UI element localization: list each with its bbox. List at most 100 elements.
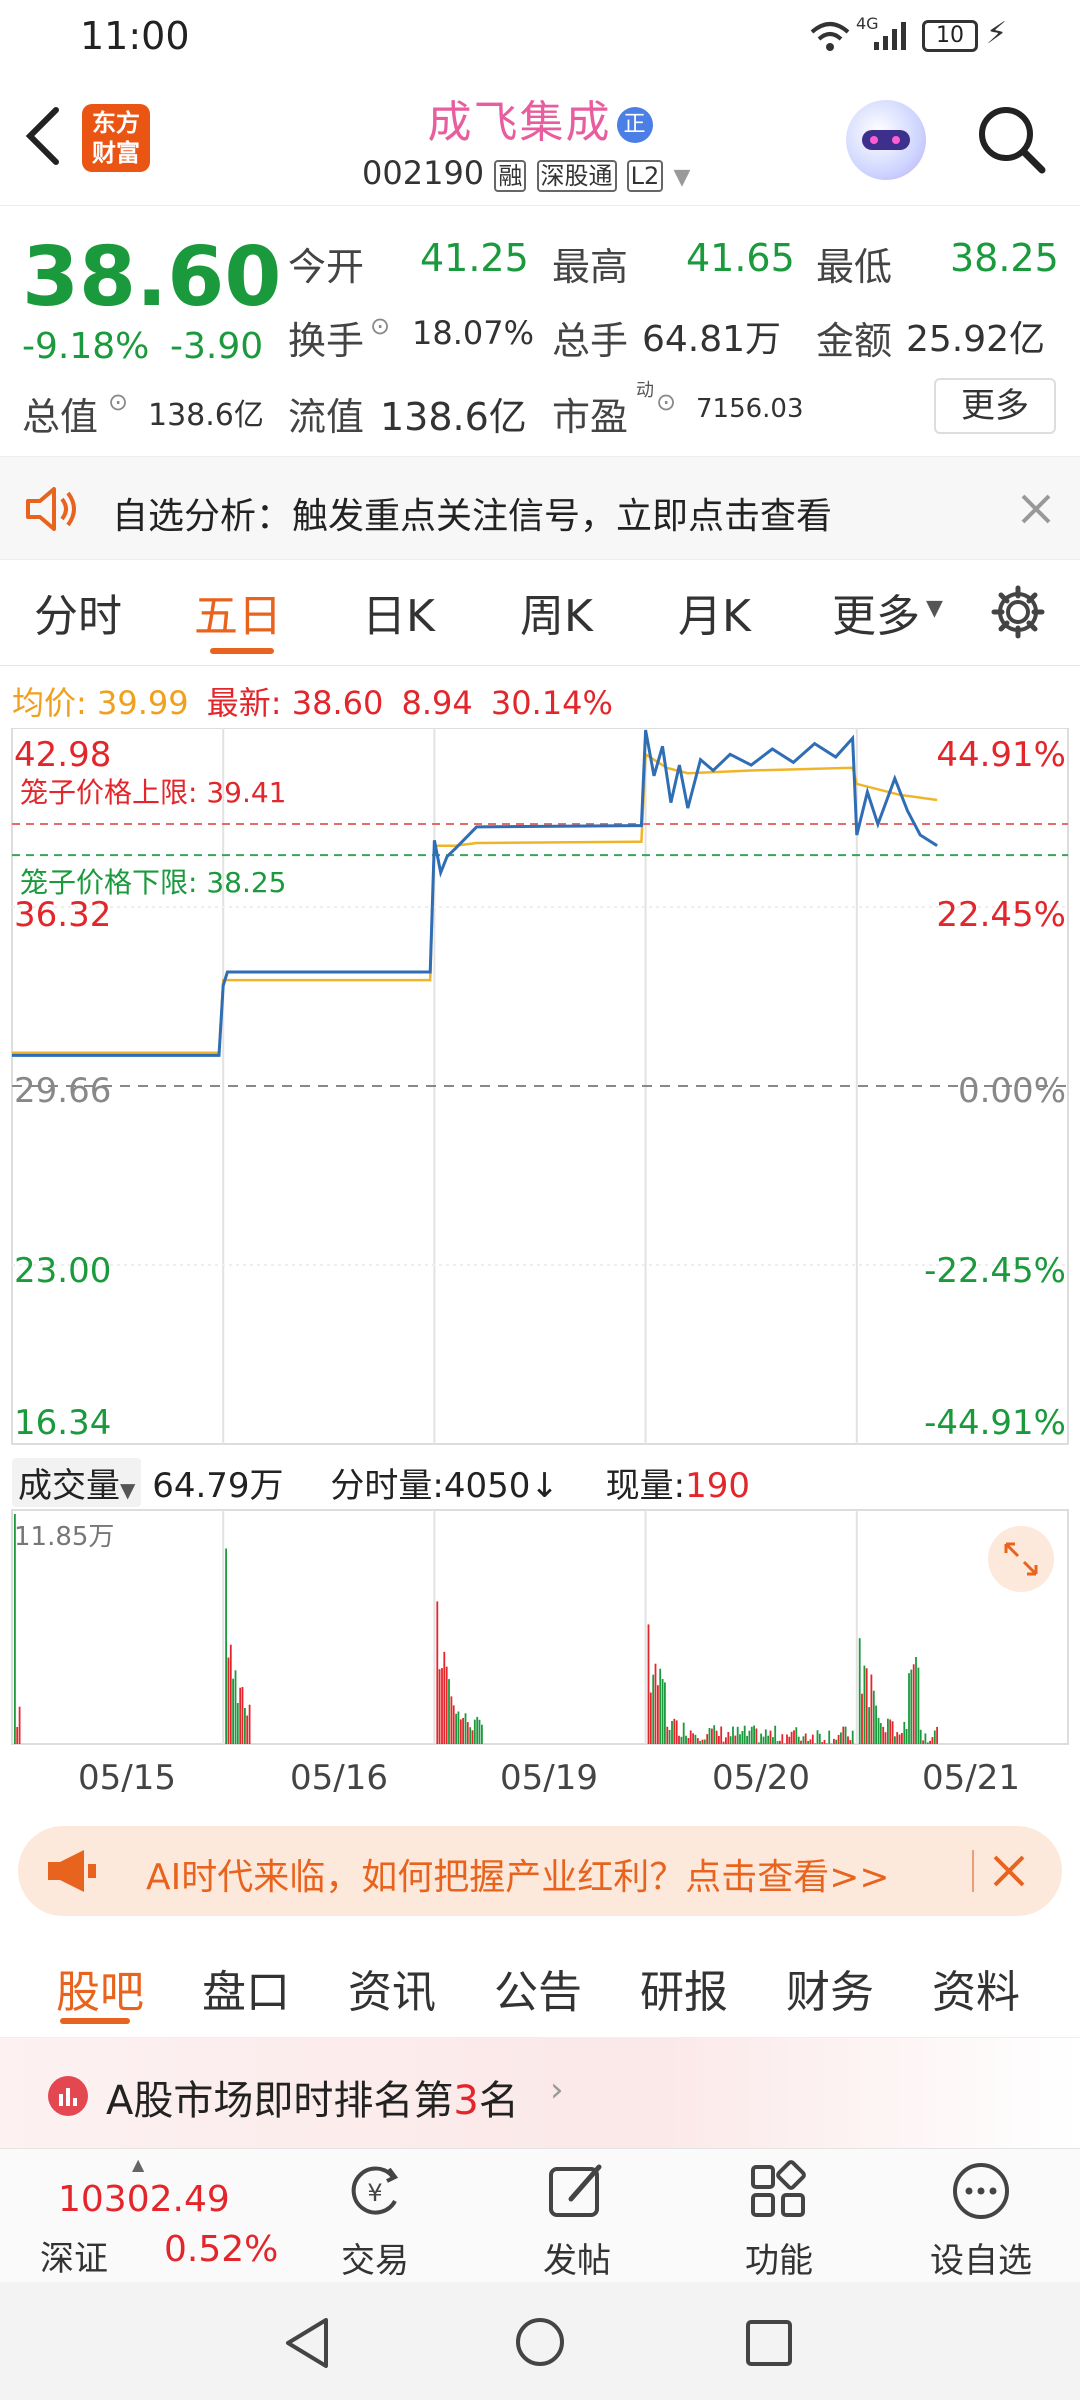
- y-tick-left: 29.66: [14, 1071, 111, 1111]
- promo-banner[interactable]: AI时代来临，如何把握产业红利？点击查看>>: [18, 1826, 1062, 1916]
- tab-orderbook[interactable]: 盘口: [202, 1956, 290, 2020]
- notice-text: 自选分析：触发重点关注信号，立即点击查看: [112, 496, 833, 537]
- volume-bar: [912, 1664, 915, 1744]
- system-nav-bar: [0, 2282, 1080, 2400]
- volume-chart[interactable]: [0, 1508, 1080, 1748]
- rank-banner[interactable]: A股市场即时排名第3名 ›: [0, 2038, 1080, 2148]
- tab-five-day[interactable]: 五日: [194, 580, 282, 644]
- volume-bar: [896, 1732, 899, 1744]
- volume-bar: [833, 1738, 835, 1744]
- change-amount: -3.90: [170, 326, 264, 367]
- chevron-right-icon: ›: [550, 2070, 564, 2110]
- active-tab-indicator: [210, 648, 274, 654]
- close-icon[interactable]: [992, 1854, 1026, 1888]
- mktcap-value: 138.6亿: [148, 398, 264, 433]
- tab-forum[interactable]: 股吧: [56, 1956, 144, 2020]
- nav-post[interactable]: 发帖: [512, 2159, 642, 2282]
- volume-bar: [772, 1737, 774, 1744]
- status-time: 11:00: [80, 14, 190, 58]
- volume-bar: [715, 1730, 718, 1744]
- tab-weekly-k[interactable]: 周K: [520, 580, 593, 644]
- tab-announcements[interactable]: 公告: [494, 1956, 582, 2020]
- tab-intraday[interactable]: 分时: [34, 580, 122, 644]
- volume-bar: [804, 1733, 807, 1744]
- tab-monthly-k[interactable]: 月K: [678, 580, 751, 644]
- tab-profile[interactable]: 资料: [932, 1956, 1020, 2020]
- y-tick-right: 22.45%: [936, 895, 1066, 935]
- volume-bar: [851, 1730, 854, 1744]
- tab-daily-k[interactable]: 日K: [362, 580, 435, 644]
- nav-functions[interactable]: 功能: [714, 2159, 844, 2282]
- connect-tag: 深股通: [536, 160, 617, 192]
- tab-news[interactable]: 资讯: [348, 1956, 436, 2020]
- volume-bar: [694, 1734, 697, 1744]
- search-icon[interactable]: [976, 104, 1048, 176]
- margin-tag: 融: [494, 160, 527, 192]
- volume-bar: [455, 1713, 457, 1744]
- analysis-notice[interactable]: 自选分析：触发重点关注信号，立即点击查看: [0, 456, 1080, 560]
- gear-icon[interactable]: [990, 584, 1046, 640]
- volume-bar: [722, 1741, 725, 1744]
- volume-bar: [680, 1736, 683, 1744]
- volume-bar: [471, 1730, 474, 1744]
- caret-down-icon: ▼: [926, 596, 943, 621]
- expand-button[interactable]: [988, 1526, 1054, 1592]
- y-tick-left: 42.98: [14, 735, 111, 775]
- volume-bar: [755, 1728, 758, 1744]
- volume-bar: [933, 1730, 936, 1744]
- tab-research[interactable]: 研报: [640, 1956, 728, 2020]
- volume-bar: [844, 1726, 847, 1744]
- volume-bar: [922, 1740, 924, 1744]
- recents-square-icon[interactable]: [744, 2318, 794, 2368]
- volume-bar: [903, 1721, 906, 1744]
- volume-bar: [795, 1727, 798, 1744]
- megaphone-icon: [48, 1850, 96, 1892]
- volume-bar: [706, 1734, 709, 1744]
- volume-bar: [736, 1726, 739, 1744]
- mktcap-label: 总值: [22, 395, 99, 439]
- dropdown-icon[interactable]: ▼: [673, 165, 690, 190]
- close-icon[interactable]: [1020, 493, 1052, 525]
- current-volume-label: 现量:: [605, 1466, 686, 1506]
- nav-label: 功能: [745, 2241, 813, 2281]
- info-icon[interactable]: ⊙: [656, 388, 676, 416]
- volume-bar: [246, 1715, 249, 1744]
- volume-bar: [788, 1736, 791, 1744]
- volume-bar: [654, 1663, 657, 1744]
- svg-text:¥: ¥: [367, 2179, 382, 2207]
- info-icon[interactable]: ⊙: [108, 388, 128, 416]
- volume-bar: [779, 1740, 781, 1744]
- index-widget[interactable]: ▲ 10302.49 深证 0.52%: [20, 2155, 290, 2279]
- volume-bar: [666, 1726, 669, 1744]
- tab-more[interactable]: 更多: [832, 580, 920, 644]
- volume-selector[interactable]: 成交量▼: [12, 1458, 142, 1507]
- volume-bar: [671, 1721, 673, 1744]
- wifi-icon: [810, 22, 850, 51]
- promo-divider: [972, 1850, 974, 1892]
- volume-bar: [462, 1718, 464, 1744]
- volume-bar: [931, 1737, 934, 1744]
- volume-bar: [236, 1703, 239, 1744]
- back-triangle-icon[interactable]: [282, 2316, 332, 2370]
- volume-bar: [743, 1725, 746, 1744]
- more-button[interactable]: 更多: [934, 378, 1056, 434]
- info-icon[interactable]: ⊙: [370, 312, 390, 340]
- volume-bar: [448, 1679, 450, 1744]
- volume-bar: [711, 1728, 713, 1744]
- robot-avatar-icon[interactable]: [846, 100, 926, 180]
- volume-bar: [800, 1740, 802, 1744]
- price-chart[interactable]: 42.98 36.32 29.66 23.00 16.34 44.91% 22.45% 0.0…: [0, 728, 1080, 1448]
- chart-tabs: 分时 五日 日K 周K 月K 更多 ▼: [0, 560, 1080, 666]
- tab-finance[interactable]: 财务: [786, 1956, 874, 2020]
- volume-bar: [760, 1733, 762, 1744]
- volume-max: 11.85万: [14, 1522, 115, 1552]
- nav-trade[interactable]: ¥ 交易: [310, 2159, 440, 2282]
- volume-bar: [708, 1728, 711, 1744]
- y-tick-right: -44.91%: [924, 1403, 1066, 1443]
- volume-bar: [225, 1548, 227, 1744]
- info-value-2: 30.14%: [490, 684, 613, 722]
- volume-label: 总手: [552, 319, 629, 363]
- home-circle-icon[interactable]: [514, 2316, 566, 2368]
- nav-add-watchlist[interactable]: 设自选: [916, 2159, 1046, 2282]
- volume-bar: [910, 1669, 913, 1744]
